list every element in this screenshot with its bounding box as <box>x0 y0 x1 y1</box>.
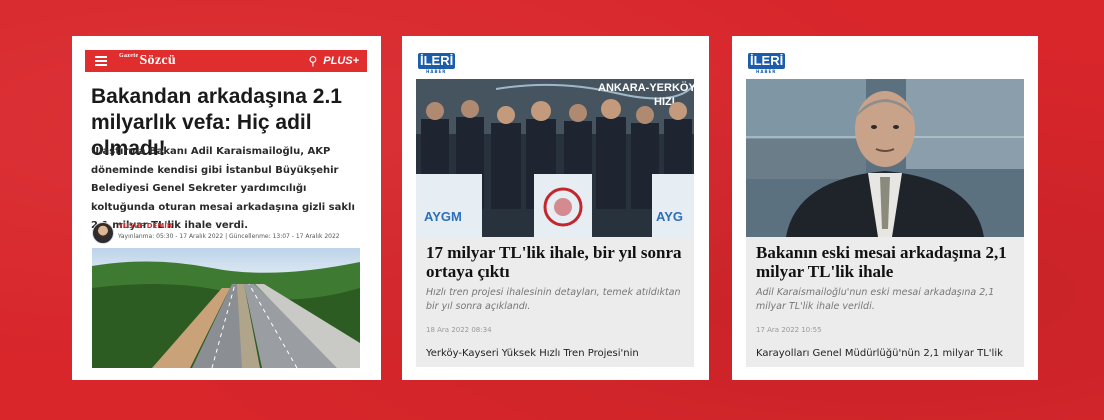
banner-text-1: ANKARA-YERKÖY <box>598 81 694 94</box>
publish-meta: Yayınlanma: 05:30 - 17 Aralık 2022 | Gün… <box>118 233 340 240</box>
article-date: 18 Ara 2022 08:34 <box>426 326 492 334</box>
plus-link[interactable]: PLUS+ <box>323 55 359 67</box>
highway-photo <box>92 248 360 368</box>
article-summary: Adil Karaismailoğlu'nun eski mesai arkad… <box>756 287 995 312</box>
author-avatar <box>92 222 114 244</box>
ceremony-photo: ANKARA-YERKÖY HIZL AYGM AYG <box>416 79 694 237</box>
article-headline[interactable]: 17 milyar TL'lik ihale, bir yıl sonra or… <box>426 243 684 281</box>
article-body-preview: Karayolları Genel Müdürlüğü'nün 2,1 mily… <box>756 348 1003 359</box>
ileri-article-card-1[interactable]: İLERİ HABER ANKARA-YERKÖY HIZL AYGM AYG … <box>402 36 709 380</box>
article-caption: Bakanın eski mesai arkadaşına 2,1 milyar… <box>746 237 1024 367</box>
ileri-logo[interactable]: İLERİ HABER <box>418 50 456 74</box>
search-icon[interactable]: ⚲ <box>308 54 317 68</box>
ileri-logo[interactable]: İLERİ HABER <box>748 50 786 74</box>
article-summary: Hızlı tren projesi ihalesinin detayları,… <box>426 287 681 312</box>
sozcu-article-card[interactable]: GazeteSözcü ⚲ PLUS+ Bakandan arkadaşına … <box>72 36 381 380</box>
article-date: 17 Ara 2022 10:55 <box>756 326 822 334</box>
podium-logo-3: AYG <box>656 209 683 224</box>
podium-logo-1: AYGM <box>424 209 462 224</box>
portrait-photo <box>746 79 1024 237</box>
article-body-preview: Yerköy-Kayseri Yüksek Hızlı Tren Projesi… <box>426 348 639 359</box>
sozcu-logo[interactable]: GazeteSözcü <box>119 53 176 69</box>
article-caption: 17 milyar TL'lik ihale, bir yıl sonra or… <box>416 237 694 367</box>
hamburger-menu-icon[interactable] <box>95 54 107 68</box>
sozcu-header-bar: GazeteSözcü ⚲ PLUS+ <box>85 50 367 72</box>
author-name[interactable]: YUSUF DEMİR <box>118 222 172 230</box>
article-headline[interactable]: Bakanın eski mesai arkadaşına 2,1 milyar… <box>756 243 1014 281</box>
ileri-article-card-2[interactable]: İLERİ HABER Bakanın eski mesai arkadaşına… <box>732 36 1038 380</box>
